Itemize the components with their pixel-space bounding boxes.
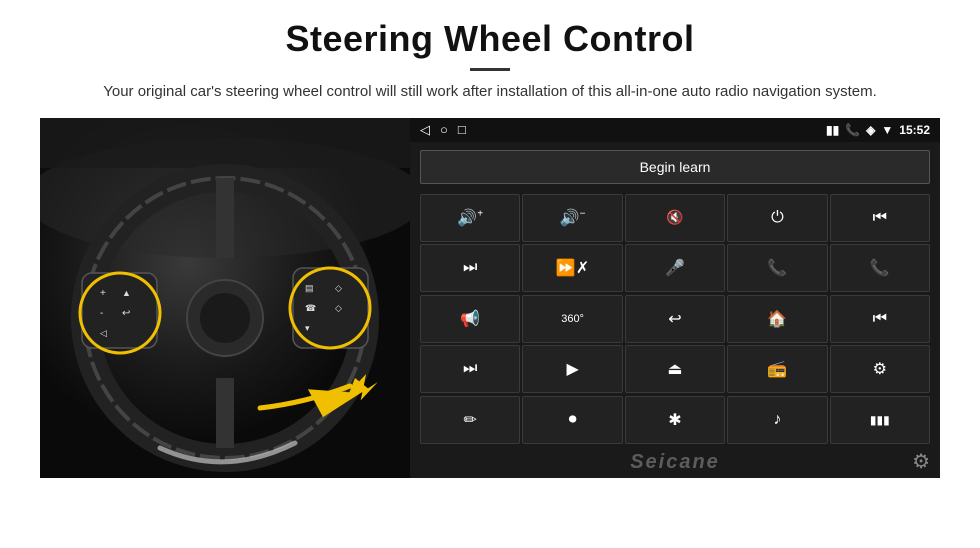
status-bar: ◁ ○ □ ▮▮ 📞 ◈ ▼ 15:52 <box>410 118 940 142</box>
nav-home-icon[interactable]: ○ <box>440 122 448 137</box>
prev-track-button[interactable]: ⏮ <box>830 194 930 242</box>
svg-text:◇: ◇ <box>335 283 342 293</box>
music-button[interactable]: ♪ <box>727 396 827 444</box>
rew-icon: ⏮ <box>873 310 887 328</box>
location-icon: ◈ <box>866 123 875 137</box>
wifi-icon: ▼ <box>881 123 893 137</box>
settings-icon[interactable]: ⚙ <box>912 449 930 474</box>
cam360-icon: 360° <box>561 313 584 325</box>
eq-button[interactable]: ⚙ <box>830 345 930 393</box>
spectrum-button[interactable]: ▮▮▮ <box>830 396 930 444</box>
steering-wheel-svg: + ▲ - ↩ ◁ ▤ ◇ ☎ ◇ ▾ <box>40 118 410 478</box>
svg-text:↩: ↩ <box>122 308 130 319</box>
begin-learn-row: Begin learn <box>410 142 940 192</box>
ff-icon: ⏭ <box>463 360 477 378</box>
end-call-button[interactable]: 📞 <box>830 244 930 292</box>
svg-text:◁: ◁ <box>100 328 107 338</box>
back-icon: ↩ <box>668 309 681 329</box>
ff-button[interactable]: ⏭ <box>420 345 520 393</box>
status-right: ▮▮ 📞 ◈ ▼ 15:52 <box>826 123 930 137</box>
controls-grid: 🔊+ 🔊− 🔇 ⏻ ⏮ ⏭ ⏩✗ <box>410 192 940 447</box>
next-icon: ⏭ <box>463 259 477 277</box>
fast-fwd-icon: ⏩✗ <box>556 258 589 278</box>
rew-button[interactable]: ⏮ <box>830 295 930 343</box>
nav-back-icon[interactable]: ◁ <box>420 122 430 138</box>
svg-text:◇: ◇ <box>335 303 342 313</box>
mic-icon: 🎤 <box>665 258 685 278</box>
music-icon: ♪ <box>773 411 781 429</box>
edit-button[interactable]: ✏ <box>420 396 520 444</box>
page-title: Steering Wheel Control <box>40 18 940 60</box>
subtitle: Your original car's steering wheel contr… <box>80 81 900 104</box>
svg-text:▤: ▤ <box>305 283 314 293</box>
eject-button[interactable]: ⏏ <box>625 345 725 393</box>
power-button[interactable]: ⏻ <box>727 194 827 242</box>
headunit-ui: ◁ ○ □ ▮▮ 📞 ◈ ▼ 15:52 Begin learn <box>410 118 940 478</box>
clock: 15:52 <box>899 123 930 137</box>
fast-fwd-button[interactable]: ⏩✗ <box>522 244 622 292</box>
vol-up-icon: 🔊+ <box>457 208 483 228</box>
home-icon: 🏠 <box>767 309 787 329</box>
nav-recent-icon[interactable]: □ <box>458 122 466 137</box>
mute-icon: 🔇 <box>666 209 683 226</box>
horn-button[interactable]: 📢 <box>420 295 520 343</box>
bluetooth-icon: ✱ <box>668 410 681 430</box>
nav-button[interactable]: ▶ <box>522 345 622 393</box>
edit-icon: ✏ <box>463 410 476 430</box>
nav-icon: ▶ <box>566 359 578 379</box>
home-button[interactable]: 🏠 <box>727 295 827 343</box>
prev-track-icon: ⏮ <box>873 209 887 227</box>
call-button[interactable]: 📞 <box>727 244 827 292</box>
signal-icon: ▮▮ <box>826 123 839 137</box>
call-icon: 📞 <box>767 258 787 278</box>
content-area: + ▲ - ↩ ◁ ▤ ◇ ☎ ◇ ▾ <box>40 118 940 478</box>
svg-text:☎: ☎ <box>305 303 316 313</box>
title-section: Steering Wheel Control Your original car… <box>40 18 940 104</box>
end-call-icon: 📞 <box>870 258 890 278</box>
svg-text:+: + <box>100 288 106 299</box>
brand-bar: Seicane ⚙ <box>410 447 940 478</box>
back-button[interactable]: ↩ <box>625 295 725 343</box>
power-icon: ⏻ <box>771 209 784 227</box>
radio-button[interactable]: 📻 <box>727 345 827 393</box>
vol-down-icon: 🔊− <box>560 208 586 228</box>
next-button[interactable]: ⏭ <box>420 244 520 292</box>
disc-button[interactable]: ⏺ <box>522 396 622 444</box>
vol-down-button[interactable]: 🔊− <box>522 194 622 242</box>
cam360-button[interactable]: 360° <box>522 295 622 343</box>
eq-icon: ⚙ <box>873 359 887 379</box>
spectrum-icon: ▮▮▮ <box>870 413 890 427</box>
svg-text:▲: ▲ <box>122 288 131 298</box>
page-container: Steering Wheel Control Your original car… <box>0 0 980 478</box>
mute-button[interactable]: 🔇 <box>625 194 725 242</box>
disc-icon: ⏺ <box>569 411 577 429</box>
sw-container: + ▲ - ↩ ◁ ▤ ◇ ☎ ◇ ▾ <box>40 118 410 478</box>
mic-button[interactable]: 🎤 <box>625 244 725 292</box>
svg-text:-: - <box>100 308 103 319</box>
vol-up-button[interactable]: 🔊+ <box>420 194 520 242</box>
radio-icon: 📻 <box>767 359 787 379</box>
begin-learn-button[interactable]: Begin learn <box>420 150 930 184</box>
steering-wheel-photo: + ▲ - ↩ ◁ ▤ ◇ ☎ ◇ ▾ <box>40 118 410 478</box>
phone-status-icon: 📞 <box>845 123 860 137</box>
nav-icons: ◁ ○ □ <box>420 122 466 138</box>
eject-icon: ⏏ <box>667 359 682 379</box>
bluetooth-button[interactable]: ✱ <box>625 396 725 444</box>
svg-text:▾: ▾ <box>305 323 310 333</box>
brand-name: Seicane <box>630 451 720 473</box>
title-divider <box>470 68 510 71</box>
horn-icon: 📢 <box>460 309 480 329</box>
